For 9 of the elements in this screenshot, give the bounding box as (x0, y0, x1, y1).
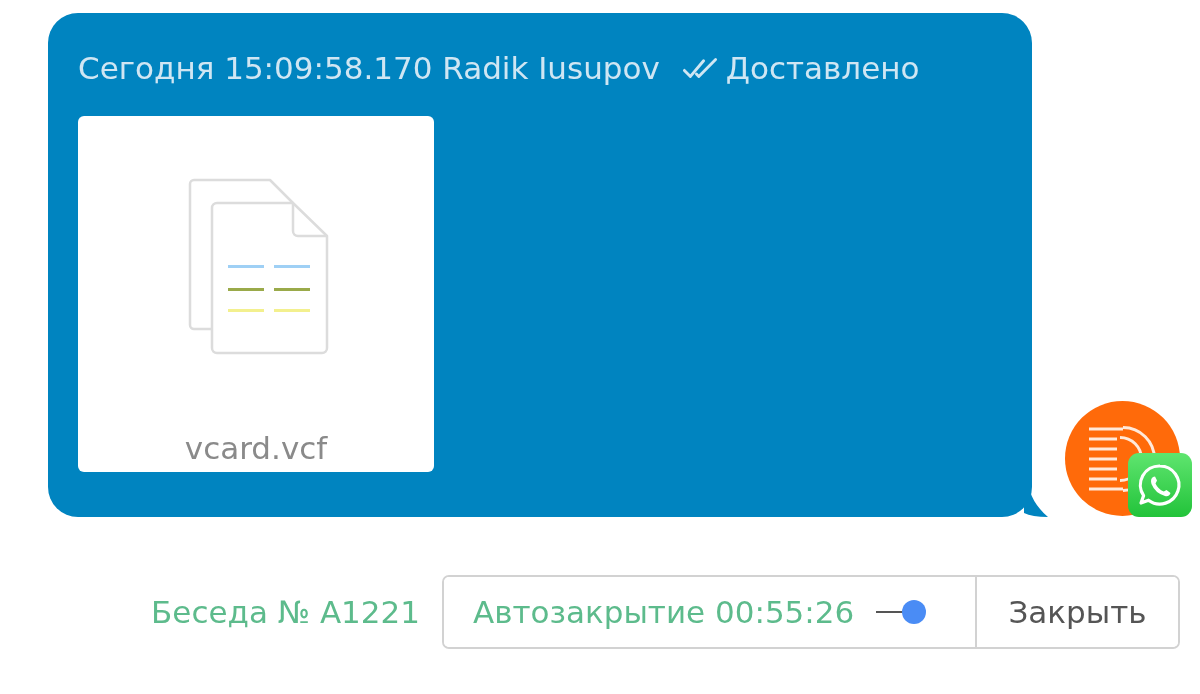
delivery-status: Доставлено (725, 50, 920, 86)
file-attachment-card[interactable]: vcard.vcf (78, 116, 434, 472)
toggle-switch[interactable] (874, 599, 927, 625)
autoclose-button[interactable]: Автозакрытие 00:55:26 (444, 577, 977, 647)
file-name: vcard.vcf (184, 429, 328, 467)
message-meta: Сегодня 15:09:58.170 Radik Iusupov (78, 50, 660, 86)
conversation-number: Беседа № A1221 (151, 594, 420, 630)
chat-phone-icon (1128, 453, 1192, 517)
document-copies-icon (187, 178, 329, 355)
